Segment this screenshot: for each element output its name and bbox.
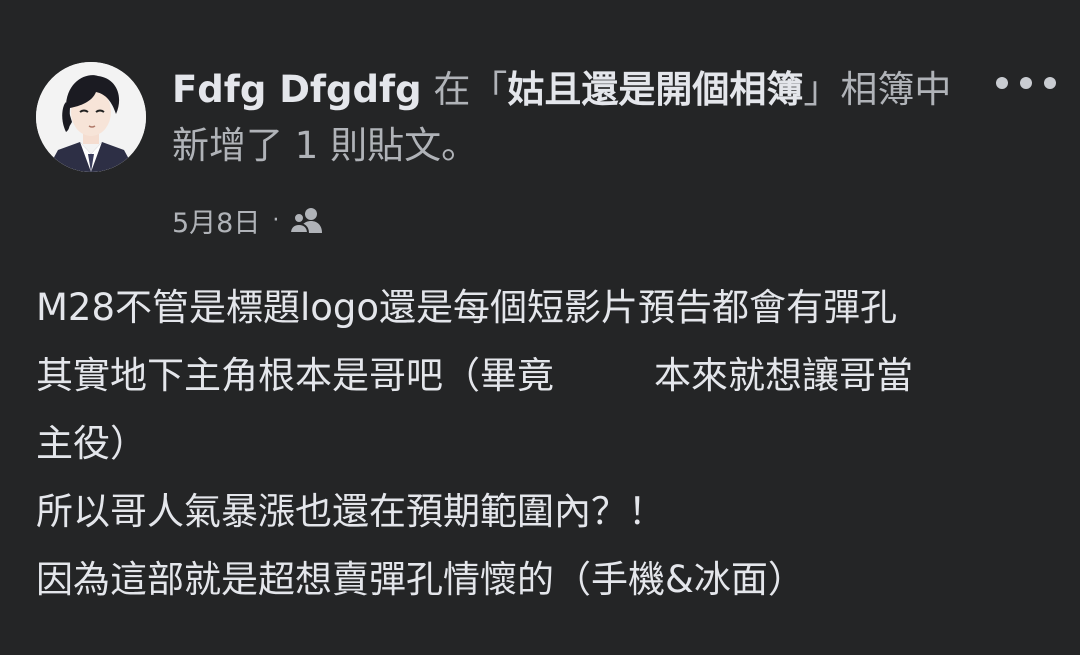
post-body-line: 主役） bbox=[36, 422, 147, 465]
post-body: M28不管是標題logo還是每個短影片預告都會有彈孔 其實地下主角根本是哥吧（畢… bbox=[36, 274, 1046, 614]
friends-icon[interactable] bbox=[289, 206, 323, 234]
post-card: Fdfg Dfgdfg 在「姑且還是開個相簿」相簿中新增了 1 則貼文。 5月8… bbox=[0, 0, 1080, 655]
post-body-line: 所以哥人氣暴漲也還在預期範圍內？！ bbox=[36, 490, 665, 533]
more-options-button[interactable] bbox=[996, 66, 1056, 100]
post-meta: 5月8日 · bbox=[172, 200, 323, 240]
meta-separator: · bbox=[272, 207, 280, 233]
avatar-image bbox=[36, 62, 146, 172]
post-body-segment: 其實地下主角根本是哥吧（畢竟 bbox=[36, 354, 554, 397]
album-link[interactable]: 姑且還是開個相簿 bbox=[507, 68, 803, 111]
author-name[interactable]: Fdfg Dfgdfg bbox=[172, 68, 422, 111]
post-body-line: M28不管是標題logo還是每個短影片預告都會有彈孔 bbox=[36, 286, 898, 329]
author-avatar[interactable] bbox=[36, 62, 146, 172]
post-body-line: 其實地下主角根本是哥吧（畢竟 本來就想讓哥當 bbox=[36, 342, 1046, 410]
post-header: Fdfg Dfgdfg 在「姑且還是開個相簿」相簿中新增了 1 則貼文。 bbox=[172, 62, 962, 174]
post-date[interactable]: 5月8日 bbox=[172, 201, 260, 240]
post-body-line: 因為這部就是超想賣彈孔情懷的（手機&冰面） bbox=[36, 558, 805, 601]
header-pre-text: 在「 bbox=[421, 68, 508, 111]
more-options-icon bbox=[996, 77, 1056, 89]
post-body-segment: 本來就想讓哥當 bbox=[654, 354, 913, 397]
